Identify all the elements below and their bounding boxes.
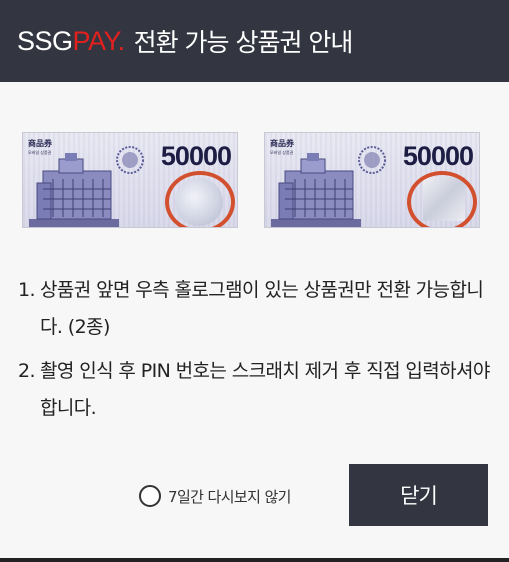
- voucher-label: 商品券: [270, 139, 294, 148]
- dont-show-7days-option[interactable]: 7일간 다시보지 않기: [139, 485, 291, 507]
- seal-emblem: [116, 146, 144, 174]
- instruction-list: 1. 상품권 앞면 우측 홀로그램이 있는 상품권만 전환 가능합니다. (2종…: [18, 272, 498, 427]
- hologram-highlight-circle: [165, 171, 235, 227]
- instruction-number: 2.: [18, 360, 36, 382]
- voucher-amount: 50000: [160, 141, 232, 171]
- building-image: [271, 153, 361, 227]
- instruction-item-1: 1. 상품권 앞면 우측 홀로그램이 있는 상품권만 전환 가능합니다. (2종…: [18, 272, 498, 346]
- bottom-divider: [0, 558, 509, 562]
- page-title: 전환 가능 상품권 안내: [133, 28, 354, 57]
- instruction-item-2: 2. 촬영 인식 후 PIN 번호는 스크래치 제거 후 직접 입력하셔야 합니…: [18, 353, 498, 427]
- building-image: [29, 153, 119, 227]
- instruction-text: 촬영 인식 후 PIN 번호는 스크래치 제거 후 직접 입력하셔야 합니다.: [40, 360, 490, 419]
- instruction-number: 1.: [18, 279, 36, 301]
- close-button[interactable]: 닫기: [349, 464, 488, 526]
- header-bar: SSGPAY. 전환 가능 상품권 안내: [0, 0, 509, 82]
- hologram-highlight-circle: [407, 171, 477, 227]
- dont-show-checkbox[interactable]: [139, 485, 161, 507]
- voucher-example-2: 商品券 모바일 상품권 50000: [264, 132, 480, 228]
- voucher-label: 商品券: [28, 139, 52, 148]
- ssgpay-logo: SSGPAY.: [17, 25, 125, 56]
- voucher-amount: 50000: [402, 141, 474, 171]
- instruction-text: 상품권 앞면 우측 홀로그램이 있는 상품권만 전환 가능합니다. (2종): [40, 279, 484, 338]
- voucher-example-1: 商品券 모바일 상품권 50000: [22, 132, 238, 228]
- dont-show-label[interactable]: 7일간 다시보지 않기: [168, 486, 291, 507]
- seal-emblem: [358, 146, 386, 174]
